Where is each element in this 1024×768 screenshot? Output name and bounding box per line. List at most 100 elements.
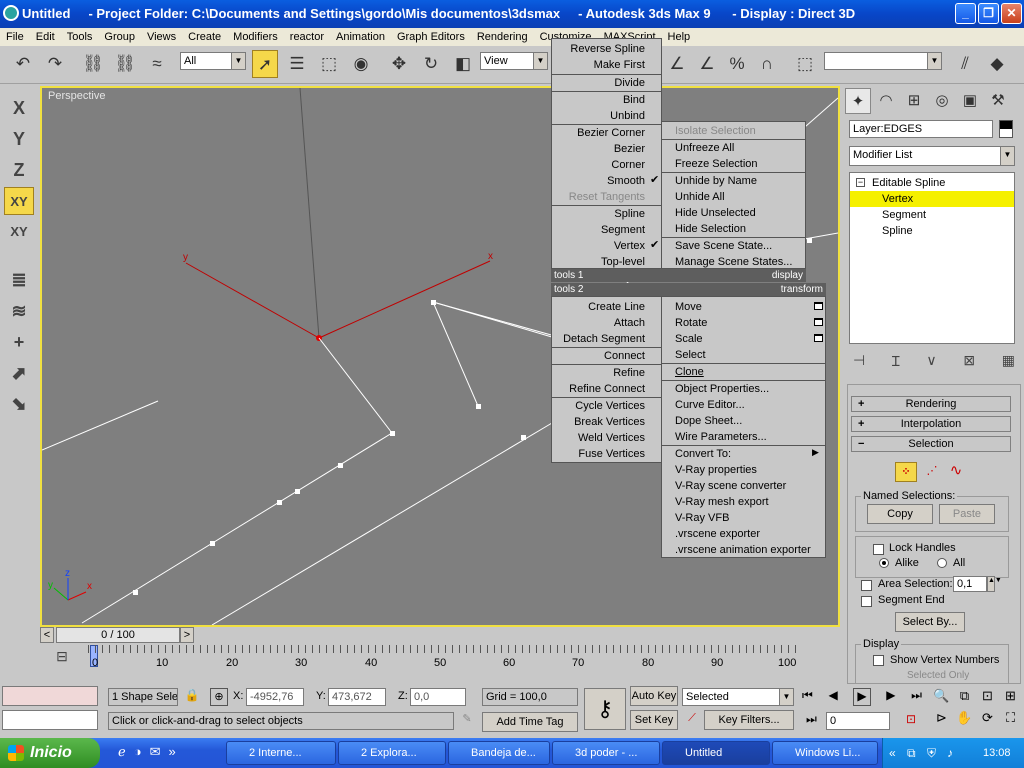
menu-edit[interactable]: Edit [30,31,61,43]
show-end-result-icon[interactable]: Ɪ [892,352,900,372]
next-frame-icon[interactable]: ▶ [886,688,895,706]
key-mode-toggle-icon[interactable]: ⏭ [806,712,822,730]
quad-item-connect[interactable]: Connect [552,348,661,364]
mirror-icon[interactable]: ⫽ [952,50,978,78]
quad-item-corner[interactable]: Corner [552,157,661,173]
utilities-tab-icon[interactable]: ⚒ [985,88,1011,114]
taskbar-item-internet[interactable]: 2 Interne... [226,741,336,765]
maximize-button[interactable]: ❐ [978,3,999,24]
default-tangent-icon[interactable]: ⟋ [682,712,702,730]
menu-file[interactable]: File [0,31,30,43]
select-by-name-icon[interactable]: ☰ [284,50,310,78]
quad-item-rotate[interactable]: Rotate [662,315,707,331]
pin-stack-icon[interactable]: ⊣ [853,352,865,372]
show-vertex-numbers-checkbox[interactable] [873,655,884,666]
minimize-button[interactable]: _ [955,3,976,24]
percent-snap-icon[interactable]: % [724,50,750,78]
auto-key-button[interactable]: Auto Key [630,686,678,706]
security-icon[interactable]: ⛨ [927,738,936,768]
menu-animation[interactable]: Animation [330,31,391,43]
network-icon[interactable]: ⧉ [907,738,916,768]
motion-tab-icon[interactable]: ◎ [929,88,955,114]
z-coordinate-field[interactable]: 0,0 [410,688,466,706]
named-selection-sets-dropdown[interactable]: ▼ [824,52,942,70]
menu-graph-editors[interactable]: Graph Editors [391,31,471,43]
next-frame-button[interactable]: > [180,627,194,643]
quad-item-clone[interactable]: Clone [662,364,704,380]
selection-filter-dropdown[interactable]: All ▼ [180,52,246,70]
make-unique-icon[interactable]: ∨ [926,352,936,372]
quad-item-unhide-all[interactable]: Unhide All [662,189,725,205]
quad-item-vray-scene-converter[interactable]: V-Ray scene converter [662,478,786,494]
object-name-field[interactable]: Layer:EDGES [849,120,993,138]
pan-icon[interactable]: ✋ [953,710,976,732]
go-to-end-icon[interactable]: ⏭ [911,688,922,706]
quad-item-curve-editor[interactable]: Curve Editor... [662,397,745,413]
quad-item-make-first[interactable]: Make First [552,57,661,73]
quad-item-vrscene-animation-exporter[interactable]: .vrscene animation exporter [662,542,811,558]
quad-item-convert-to[interactable]: Convert To: [662,446,731,462]
quad-item-create-line[interactable]: Create Line [552,299,661,315]
settings-box-icon[interactable] [814,318,823,326]
quad-item-weld-vertices[interactable]: Weld Vertices [552,430,661,446]
quad-item-save-scene-state[interactable]: Save Scene State... [662,238,772,254]
key-filters-button[interactable]: Key Filters... [704,710,794,730]
quad-item-vray-vfb[interactable]: V-Ray VFB [662,510,729,526]
zoom-all-icon[interactable]: ⧉ [953,688,976,710]
tray-expand-icon[interactable]: « [889,738,896,768]
unlink-icon[interactable]: ⛓ [112,50,138,78]
previous-frame-icon[interactable]: ◀ [828,688,837,706]
taskbar-item-untitled[interactable]: Untitled [662,741,770,765]
stack-item-spline[interactable]: Spline [850,223,1014,239]
time-slider[interactable]: < 0 / 100 > [40,627,840,643]
menu-reactor[interactable]: reactor [284,31,330,43]
curve-editor-mini-icon[interactable]: ⊟ [50,648,74,670]
set-key-icon[interactable]: ⚷ [584,688,626,730]
area-selection-checkbox[interactable] [861,580,872,591]
menu-views[interactable]: Views [141,31,182,43]
modify-tab-icon[interactable]: ◠ [873,88,899,114]
quad-item-smooth[interactable]: Smooth [552,173,661,189]
restrict-x-button[interactable]: X [4,94,34,122]
browser-icon[interactable]: ◑ [134,744,142,762]
add-time-tag-button[interactable]: Add Time Tag [482,712,578,732]
create-tab-icon[interactable]: ✦ [845,88,871,114]
quad-item-vray-properties[interactable]: V-Ray properties [662,462,757,478]
restrict-z-button[interactable]: Z [4,156,34,184]
extras-icon[interactable]: ≋ [4,297,34,325]
x-coordinate-field[interactable]: -4952,76 [246,688,304,706]
menu-rendering[interactable]: Rendering [471,31,534,43]
set-key-button[interactable]: Set Key [630,710,678,730]
quad-item-segment[interactable]: Segment [552,222,661,238]
vertex-mode-icon[interactable]: ⁘ [895,462,917,482]
quad-item-bezier[interactable]: Bezier [552,141,661,157]
rollout-rendering[interactable]: + Rendering [851,396,1011,412]
align-icon[interactable]: ◆ [984,50,1010,78]
quad-item-refine-connect[interactable]: Refine Connect [552,381,661,397]
field-of-view-icon[interactable]: ⊳ [930,710,953,732]
move-icon[interactable]: ✥ [386,50,412,78]
segment-mode-icon[interactable]: ⋰ [921,462,943,482]
restrict-plane-button[interactable]: XY [4,218,34,246]
quad-item-bezier-corner[interactable]: Bezier Corner [552,125,661,141]
collapse-icon[interactable]: − [856,178,865,187]
quad-item-move[interactable]: Move [662,299,702,315]
area-selection-spinner[interactable]: 0,1 [953,576,987,592]
scale-icon[interactable]: ◧ [450,50,476,78]
angle-snap-icon[interactable]: ∠ [664,50,690,78]
lock-handles-checkbox[interactable] [873,544,884,555]
quad-item-wire-parameters[interactable]: Wire Parameters... [662,429,767,445]
track-bar[interactable]: 0 10 20 30 40 50 60 70 80 90 100 [88,645,800,671]
quad-item-unhide-by-name[interactable]: Unhide by Name [662,173,757,189]
select-by-button[interactable]: Select By... [895,612,965,632]
stack-item-segment[interactable]: Segment [850,207,1014,223]
quad-item-break-vertices[interactable]: Break Vertices [552,414,661,430]
percent-snap-icon[interactable]: ∠ [694,50,720,78]
clock[interactable]: 13:08 [983,738,1011,768]
quad-item-hide-unselected[interactable]: Hide Unselected [662,205,756,221]
quad-item-unfreeze-all[interactable]: Unfreeze All [662,140,734,156]
lock-selection-icon[interactable]: 🔒 [184,688,200,706]
quad-item-reverse-spline[interactable]: Reverse Spline [552,41,661,57]
zoom-icon[interactable]: 🔍 [930,688,953,710]
window-crossing-icon[interactable]: ◉ [348,50,374,78]
